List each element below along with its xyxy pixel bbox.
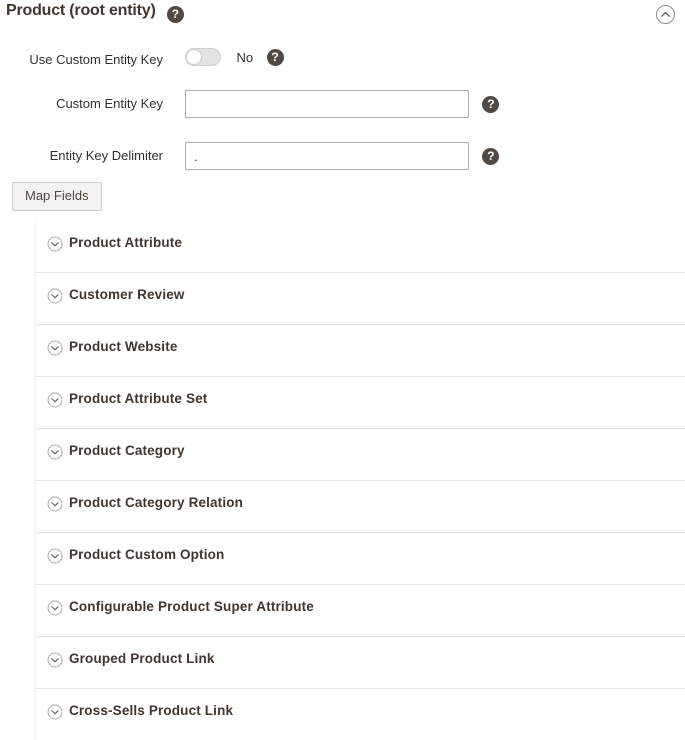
field-row-entity-key-delimiter: Entity Key Delimiter ? bbox=[0, 128, 685, 180]
fieldset-title-text: Product (root entity) bbox=[6, 2, 156, 19]
chevron-down-circle-icon[interactable] bbox=[47, 652, 63, 668]
map-fields-button[interactable]: Map Fields bbox=[12, 182, 102, 211]
section-row[interactable]: Grouped Product Link bbox=[36, 637, 685, 689]
label-use-custom-entity-key: Use Custom Entity Key bbox=[29, 52, 163, 67]
section-title: Product Custom Option bbox=[69, 547, 225, 562]
help-icon[interactable]: ? bbox=[482, 147, 500, 165]
chevron-down-circle-icon[interactable] bbox=[47, 600, 63, 616]
entity-key-delimiter-input[interactable] bbox=[185, 142, 469, 170]
fieldset-header: Product (root entity) ? bbox=[0, 0, 685, 30]
label-custom-entity-key: Custom Entity Key bbox=[56, 96, 163, 111]
section-row[interactable]: Product Category Relation bbox=[36, 481, 685, 533]
label-entity-key-delimiter: Entity Key Delimiter bbox=[49, 148, 163, 163]
mapped-entity-sections: Product Attribute Customer Review Product … bbox=[35, 221, 685, 740]
page-title: Product (root entity) ? bbox=[6, 2, 184, 23]
chevron-down-circle-icon[interactable] bbox=[47, 444, 63, 460]
help-icon[interactable]: ? bbox=[266, 48, 284, 66]
section-title: Product Website bbox=[69, 339, 178, 354]
product-entity-fieldset: Product (root entity) ? Use Custom Entit… bbox=[0, 0, 685, 740]
section-title: Product Category bbox=[69, 443, 185, 458]
section-title: Product Category Relation bbox=[69, 495, 244, 510]
section-row[interactable]: Product Attribute Set bbox=[36, 377, 685, 429]
section-title: Product Attribute bbox=[69, 235, 183, 250]
section-row[interactable]: Product Attribute bbox=[36, 221, 685, 273]
chevron-down-circle-icon[interactable] bbox=[47, 340, 63, 356]
button-row: Map Fields bbox=[0, 182, 685, 211]
form-body: Use Custom Entity Key No ? Custom Entity… bbox=[0, 30, 685, 211]
section-row[interactable]: Cross-Sells Product Link bbox=[36, 689, 685, 740]
help-icon[interactable]: ? bbox=[166, 6, 184, 23]
section-row[interactable]: Product Website bbox=[36, 325, 685, 377]
section-row[interactable]: Product Category bbox=[36, 429, 685, 481]
section-title: Product Attribute Set bbox=[69, 391, 208, 406]
section-row[interactable]: Customer Review bbox=[36, 273, 685, 325]
chevron-down-circle-icon[interactable] bbox=[47, 496, 63, 512]
chevron-down-circle-icon[interactable] bbox=[47, 288, 63, 304]
chevron-up-circle-icon[interactable] bbox=[655, 4, 676, 25]
chevron-down-circle-icon[interactable] bbox=[47, 548, 63, 564]
section-title: Customer Review bbox=[69, 287, 185, 302]
chevron-down-circle-icon[interactable] bbox=[47, 392, 63, 408]
chevron-down-circle-icon[interactable] bbox=[47, 704, 63, 720]
section-title: Cross-Sells Product Link bbox=[69, 703, 234, 718]
use-custom-entity-key-toggle[interactable] bbox=[185, 48, 221, 66]
section-title: Grouped Product Link bbox=[69, 651, 215, 666]
field-row-use-custom-entity-key: Use Custom Entity Key No ? bbox=[0, 42, 685, 76]
toggle-knob bbox=[186, 49, 202, 65]
toggle-state-label: No bbox=[236, 49, 254, 65]
section-row[interactable]: Configurable Product Super Attribute bbox=[36, 585, 685, 637]
custom-entity-key-input[interactable] bbox=[185, 90, 469, 118]
section-row[interactable]: Product Custom Option bbox=[36, 533, 685, 585]
help-icon[interactable]: ? bbox=[482, 95, 500, 113]
section-title: Configurable Product Super Attribute bbox=[69, 599, 314, 614]
chevron-down-circle-icon[interactable] bbox=[47, 236, 63, 252]
field-row-custom-entity-key: Custom Entity Key ? bbox=[0, 76, 685, 128]
